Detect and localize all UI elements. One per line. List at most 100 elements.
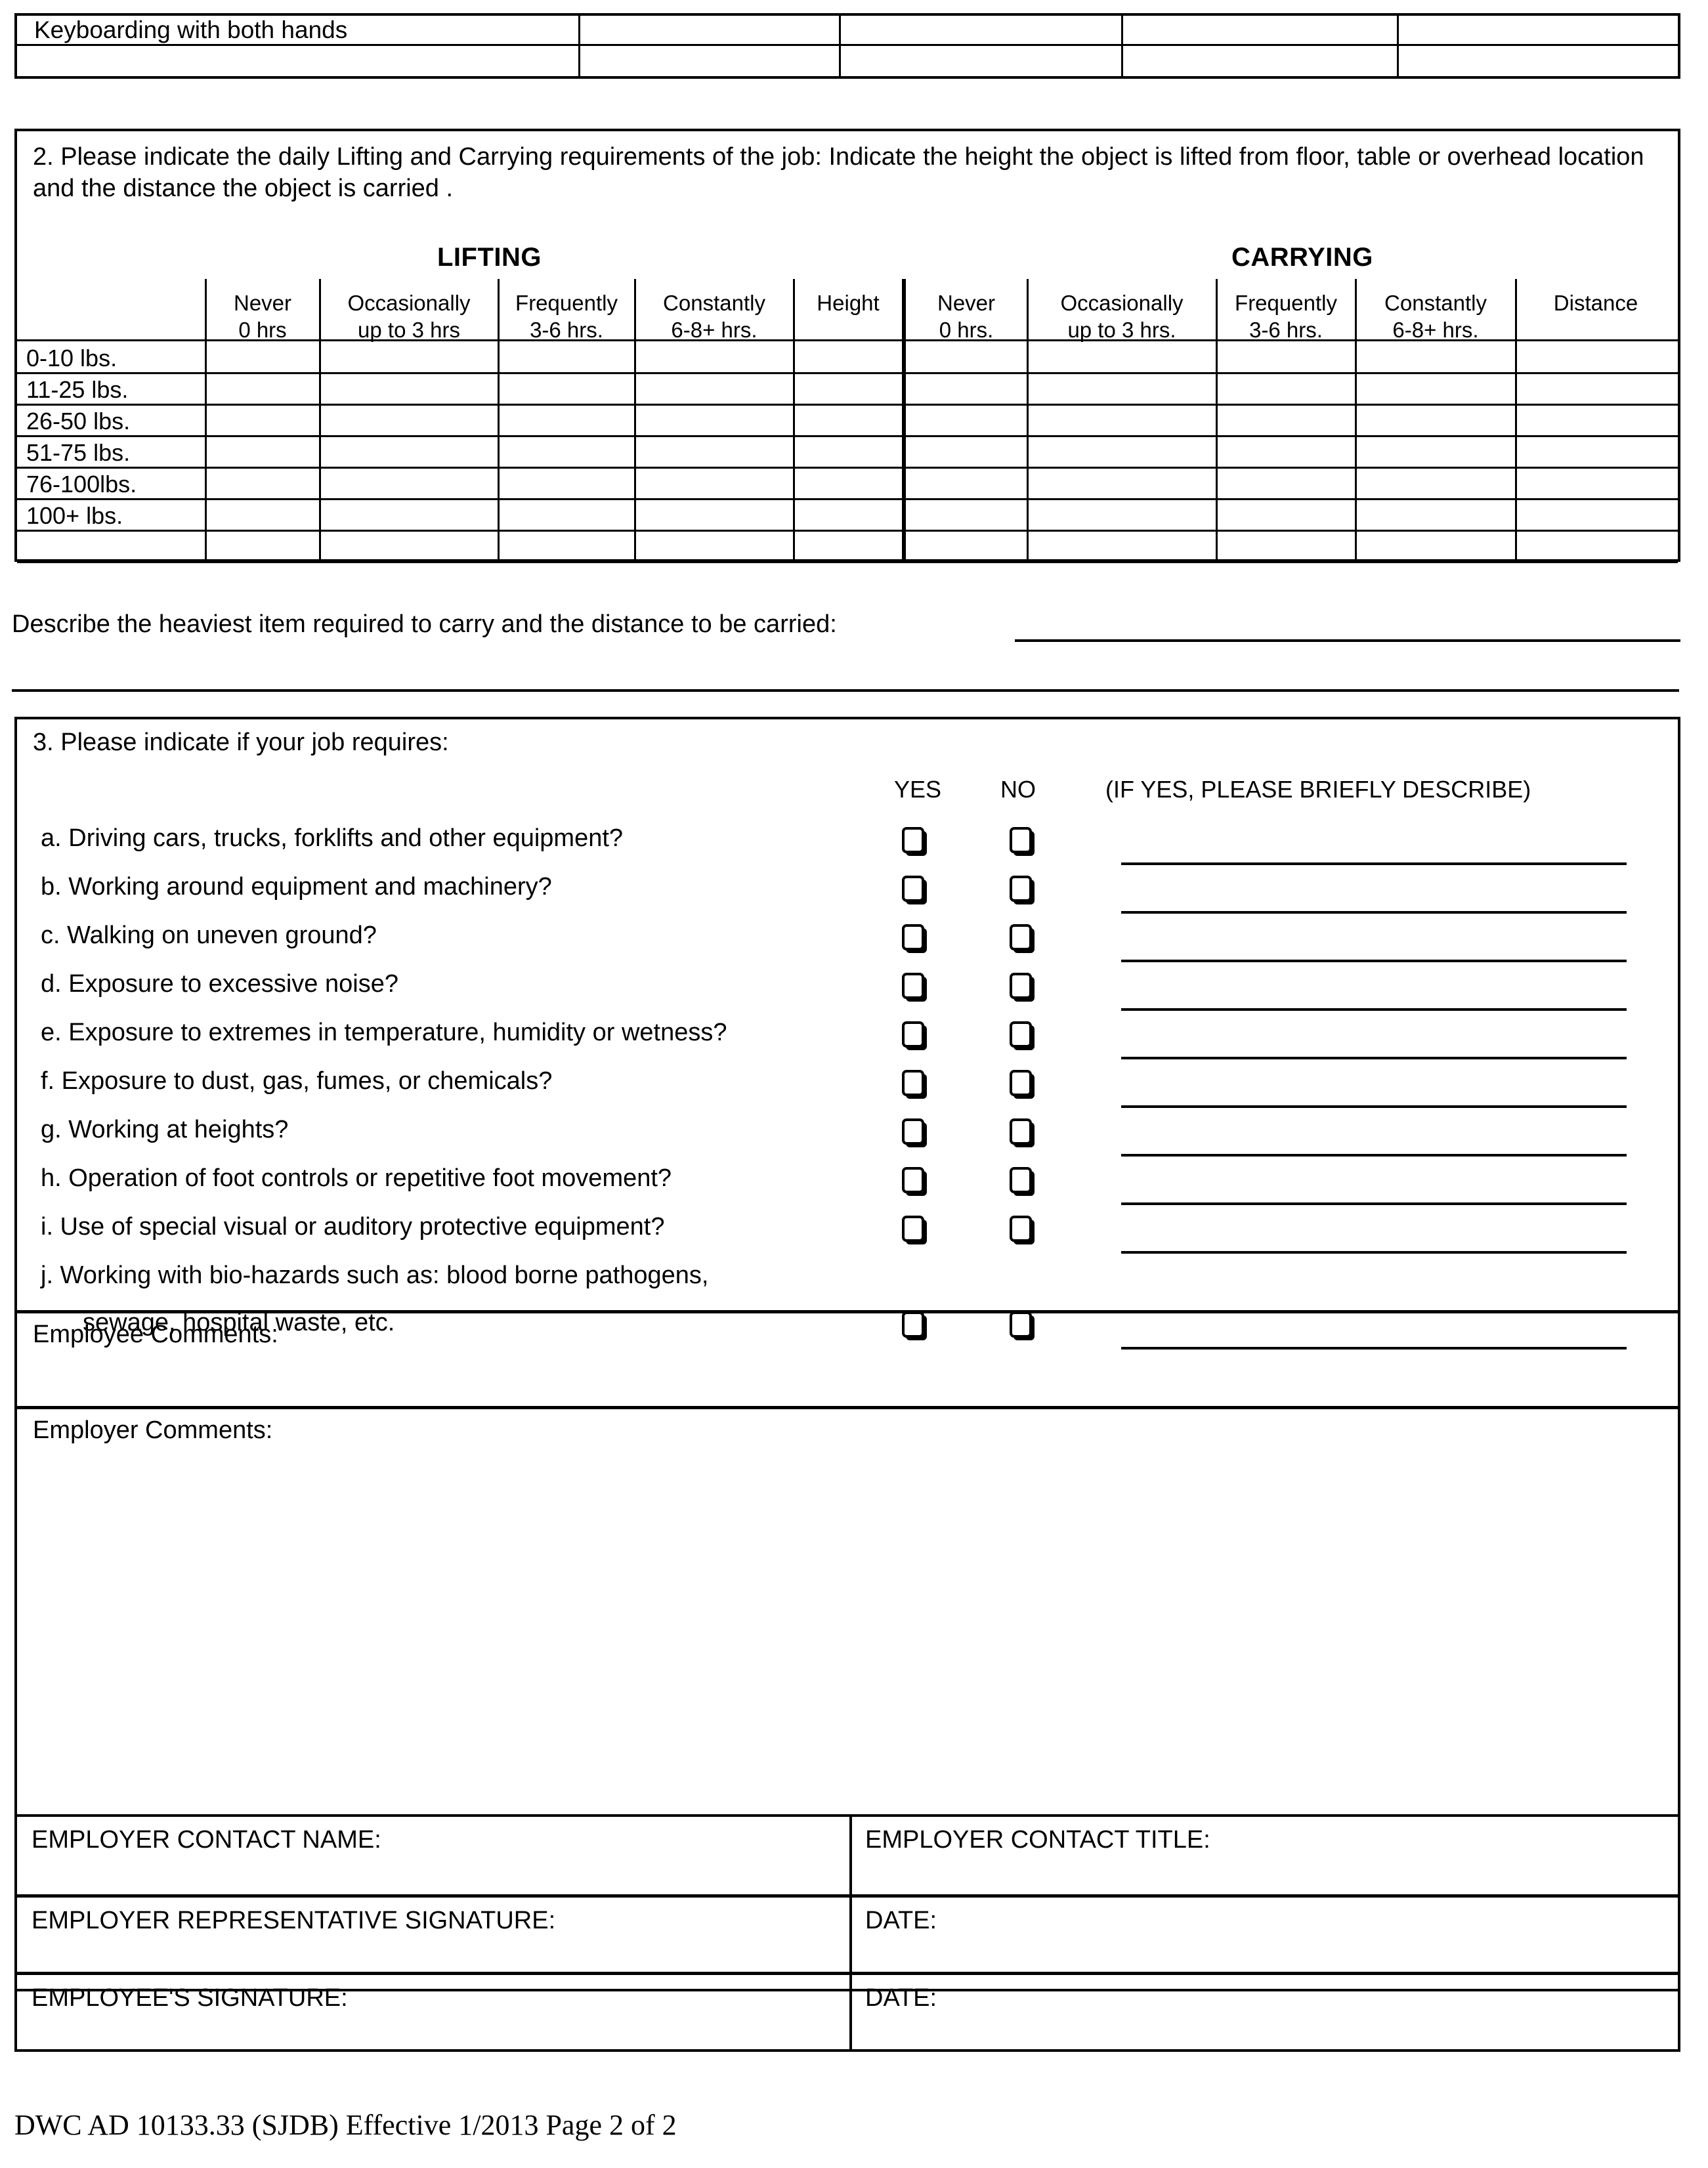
signature-column-divider xyxy=(849,1974,852,2049)
question-row-f: f. Exposure to dust, gas, fumes, or chem… xyxy=(32,1067,1659,1115)
question-h-no-checkbox[interactable] xyxy=(1010,1167,1032,1193)
no-column-header: NO xyxy=(1000,776,1036,803)
carrying-col-1-sub: 0 hrs. xyxy=(939,318,994,343)
carrying-col-4-name: Constantly xyxy=(1384,291,1487,315)
weight-row-label: 51-75 lbs. xyxy=(26,439,131,466)
column-divider-3 xyxy=(1121,46,1123,76)
section-2-lifting-carrying: 2. Please indicate the daily Lifting and… xyxy=(14,129,1680,563)
weight-row-label: 100+ lbs. xyxy=(26,502,123,529)
form-page: Keyboarding with both hands 2. Please in… xyxy=(0,0,1708,2168)
question-d-no-checkbox[interactable] xyxy=(1010,973,1032,999)
carrying-col-2-sub: up to 3 hrs. xyxy=(1067,318,1176,343)
question-g-yes-checkbox[interactable] xyxy=(902,1118,924,1145)
question-a-yes-checkbox[interactable] xyxy=(902,827,924,853)
question-f-yes-checkbox[interactable] xyxy=(902,1070,924,1096)
question-b-describe-line[interactable] xyxy=(1121,911,1627,914)
employer-representative-signature-label: EMPLOYER REPRESENTATIVE SIGNATURE: xyxy=(32,1906,556,1934)
question-row-b: b. Working around equipment and machiner… xyxy=(32,873,1659,920)
question-d-label: d. Exposure to excessive noise? xyxy=(41,970,398,998)
lifting-col-4-name: Constantly xyxy=(663,291,765,315)
lifting-col-3-name: Frequently xyxy=(515,291,618,315)
grid-hline-0 xyxy=(17,372,1678,374)
section-3-title: 3. Please indicate if your job requires: xyxy=(33,729,449,756)
question-i-yes-checkbox[interactable] xyxy=(902,1216,924,1242)
grid-hline-3 xyxy=(17,467,1678,469)
grid-vline-l3 xyxy=(634,279,636,561)
question-g-label: g. Working at heights? xyxy=(41,1116,289,1143)
question-a-label: a. Driving cars, trucks, forklifts and o… xyxy=(41,824,624,852)
carrying-col-5-name: Distance xyxy=(1553,291,1638,315)
employer-contact-title-label: EMPLOYER CONTACT TITLE: xyxy=(865,1826,1210,1854)
table-row: EMPLOYER CONTACT NAME: EMPLOYER CONTACT … xyxy=(17,1817,1678,1894)
question-f-describe-line[interactable] xyxy=(1121,1105,1627,1108)
lifting-col-1-name: Never xyxy=(233,291,292,315)
table-row: EMPLOYEE'S SIGNATURE: DATE: xyxy=(17,1971,1678,2049)
question-h-yes-checkbox[interactable] xyxy=(902,1167,924,1193)
section-2-instructions: 2. Please indicate the daily Lifting and… xyxy=(33,143,1644,202)
question-e-label: e. Exposure to extremes in temperature, … xyxy=(41,1019,727,1046)
question-c-label: c. Walking on uneven ground? xyxy=(41,922,377,949)
column-divider-2 xyxy=(839,16,841,44)
column-divider-2 xyxy=(839,46,841,76)
question-h-label: h. Operation of foot controls or repetit… xyxy=(41,1164,672,1192)
column-divider-1 xyxy=(578,16,580,44)
employer-signature-date-label: DATE: xyxy=(865,1906,937,1934)
question-i-describe-line[interactable] xyxy=(1121,1251,1627,1254)
lifting-carrying-grid: Never 0 hrs Occasionally up to 3 hrs Fre… xyxy=(17,279,1678,563)
describe-column-header: (IF YES, PLEASE BRIEFLY DESCRIBE) xyxy=(1105,776,1531,803)
question-d-yes-checkbox[interactable] xyxy=(902,973,924,999)
question-a-no-checkbox[interactable] xyxy=(1010,827,1032,853)
grid-vline-rowlabel xyxy=(205,279,207,561)
carrying-col-4-sub: 6-8+ hrs. xyxy=(1392,318,1479,343)
lifting-col-1-sub: 0 hrs xyxy=(238,318,287,343)
carrying-group-header: CARRYING xyxy=(1231,243,1373,272)
describe-heaviest-input-line-1[interactable] xyxy=(1015,639,1680,642)
question-i-no-checkbox[interactable] xyxy=(1010,1216,1032,1242)
grid-hline-4 xyxy=(17,498,1678,500)
weight-row-label: 76-100lbs. xyxy=(26,471,137,498)
describe-heaviest-input-line-2[interactable] xyxy=(12,689,1679,692)
question-e-yes-checkbox[interactable] xyxy=(902,1021,924,1048)
question-c-no-checkbox[interactable] xyxy=(1010,924,1032,950)
question-g-no-checkbox[interactable] xyxy=(1010,1118,1032,1145)
table-row: Keyboarding with both hands xyxy=(17,16,1678,46)
question-f-no-checkbox[interactable] xyxy=(1010,1070,1032,1096)
question-i-label: i. Use of special visual or auditory pro… xyxy=(41,1213,665,1241)
question-row-h: h. Operation of foot controls or repetit… xyxy=(32,1164,1659,1212)
lifting-col-2-name: Occasionally xyxy=(347,291,471,315)
table-row: EMPLOYER REPRESENTATIVE SIGNATURE: DATE: xyxy=(17,1894,1678,1972)
grid-hline-5 xyxy=(17,530,1678,532)
describe-heaviest-label: Describe the heaviest item required to c… xyxy=(12,610,837,638)
column-divider-1 xyxy=(578,46,580,76)
lifting-col-4-sub: 6-8+ hrs. xyxy=(671,318,758,343)
question-row-c: c. Walking on uneven ground? xyxy=(32,922,1659,969)
weight-row-label: 26-50 lbs. xyxy=(26,408,131,435)
question-h-describe-line[interactable] xyxy=(1121,1202,1627,1205)
employer-contact-name-label: EMPLOYER CONTACT NAME: xyxy=(32,1826,381,1854)
question-e-no-checkbox[interactable] xyxy=(1010,1021,1032,1048)
form-footer: DWC AD 10133.33 (SJDB) Effective 1/2013 … xyxy=(14,2109,677,2141)
question-b-yes-checkbox[interactable] xyxy=(902,876,924,902)
employer-comments-field[interactable] xyxy=(17,1409,1678,1626)
question-f-label: f. Exposure to dust, gas, fumes, or chem… xyxy=(41,1067,553,1095)
question-row-g: g. Working at heights? xyxy=(32,1116,1659,1163)
grid-vline-c1 xyxy=(1027,279,1029,561)
question-row-d: d. Exposure to excessive noise? xyxy=(32,970,1659,1017)
keyboarding-table: Keyboarding with both hands xyxy=(14,13,1680,79)
grid-vline-l4 xyxy=(793,279,795,561)
question-d-describe-line[interactable] xyxy=(1121,1008,1627,1011)
question-c-yes-checkbox[interactable] xyxy=(902,924,924,950)
column-divider-4 xyxy=(1397,46,1399,76)
question-c-describe-line[interactable] xyxy=(1121,960,1627,962)
question-a-describe-line[interactable] xyxy=(1121,862,1627,865)
question-b-label: b. Working around equipment and machiner… xyxy=(41,873,552,901)
column-divider-4 xyxy=(1397,16,1399,44)
column-divider-3 xyxy=(1121,16,1123,44)
grid-vline-l1 xyxy=(319,279,321,561)
lifting-group-header: LIFTING xyxy=(437,243,542,272)
grid-vline-lifting-carrying-split xyxy=(902,279,906,561)
grid-vline-c3 xyxy=(1355,279,1357,561)
question-g-describe-line[interactable] xyxy=(1121,1154,1627,1157)
question-b-no-checkbox[interactable] xyxy=(1010,876,1032,902)
question-e-describe-line[interactable] xyxy=(1121,1057,1627,1059)
